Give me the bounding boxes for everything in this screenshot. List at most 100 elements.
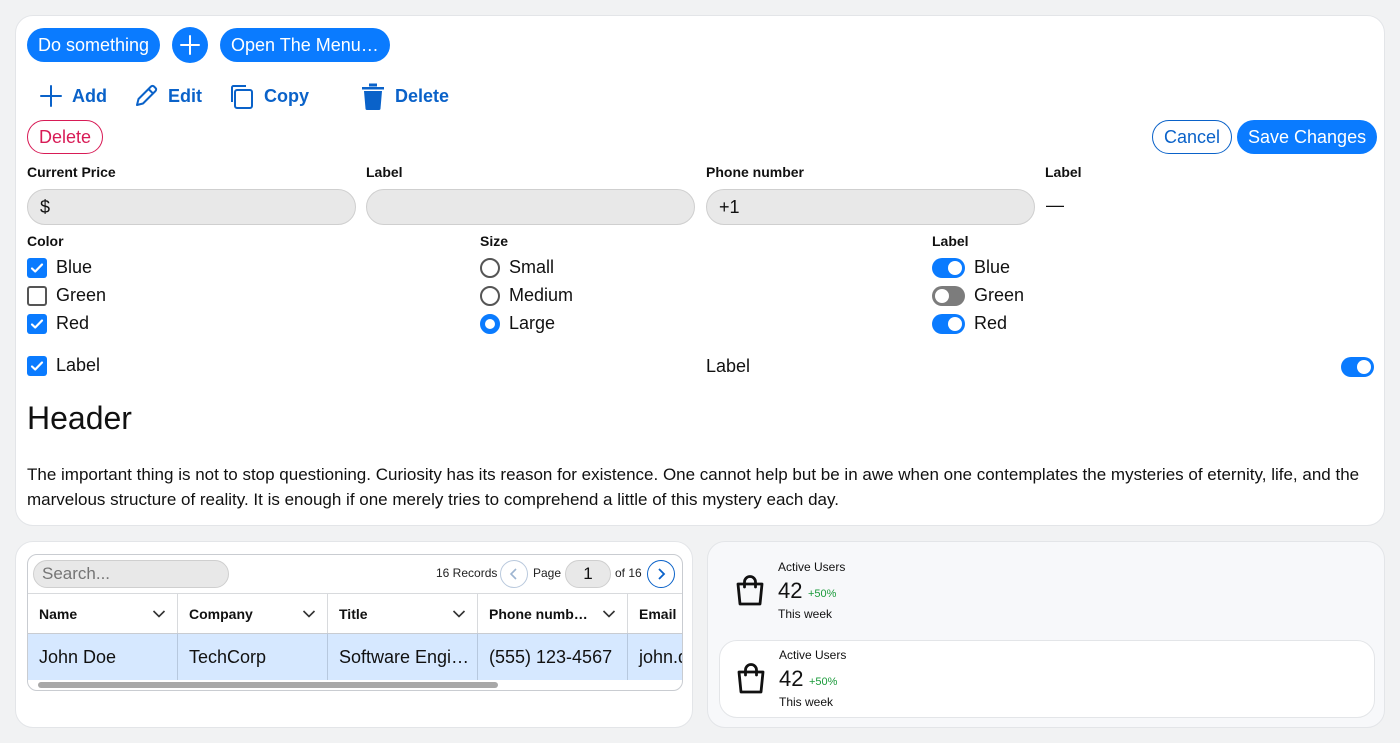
horizontal-scrollbar[interactable] <box>38 682 498 688</box>
color-option-red[interactable]: Red <box>27 313 89 334</box>
checkbox-checked[interactable] <box>27 313 47 334</box>
table-cell-email[interactable]: john.d <box>628 633 682 680</box>
radio-button[interactable] <box>480 257 500 278</box>
check-icon <box>30 318 44 329</box>
open-menu-button[interactable]: Open The Menu… <box>220 28 390 62</box>
option-label: Blue <box>56 257 93 277</box>
table-cell-company[interactable]: TechCorp <box>178 633 328 680</box>
chevron-down-icon[interactable] <box>152 607 166 621</box>
plus-icon <box>180 35 200 55</box>
do-something-button[interactable]: Do something <box>27 28 161 62</box>
toggle-option-green[interactable]: Green <box>932 285 1024 306</box>
toggle-option-red[interactable]: Red <box>932 313 1007 334</box>
chevron-down-icon[interactable] <box>302 607 316 621</box>
edit-button[interactable]: Edit <box>133 80 202 112</box>
text-input[interactable] <box>366 189 695 225</box>
single-checkbox[interactable]: Label <box>27 355 100 376</box>
size-option-small[interactable]: Small <box>480 257 554 278</box>
prev-page-button[interactable] <box>500 560 528 588</box>
text-field-label: Label <box>366 164 403 180</box>
readonly-label: Label <box>1045 164 1082 180</box>
radio-button-selected[interactable] <box>480 313 500 334</box>
check-icon <box>30 360 44 371</box>
add-round-button[interactable] <box>172 27 208 63</box>
add-button[interactable]: Add <box>39 80 107 112</box>
stats-card: Active Users 42 +50% This week Active Us… <box>707 541 1385 728</box>
toolbar-delete-label: Delete <box>395 85 450 106</box>
stat-tile: Active Users 42 +50% This week <box>719 640 1375 718</box>
stat-title: Active Users <box>778 560 846 574</box>
next-page-button[interactable] <box>647 560 675 588</box>
trash-icon <box>362 83 384 110</box>
phone-number-label: Phone number <box>706 164 805 180</box>
current-price-label: Current Price <box>27 164 116 180</box>
column-header-name[interactable]: Name <box>28 593 178 633</box>
search-input[interactable] <box>33 560 229 588</box>
table-cell-name[interactable]: John Doe <box>28 633 178 680</box>
toggle-knob <box>1357 360 1371 374</box>
toggle-switch-on[interactable] <box>932 313 965 334</box>
chevron-down-icon[interactable] <box>452 607 466 621</box>
toolbar-delete-button[interactable]: Delete <box>360 80 449 112</box>
content-header: Header <box>27 400 132 436</box>
single-toggle-switch[interactable] <box>1341 357 1374 377</box>
chevron-left-icon <box>509 568 517 580</box>
chevron-right-icon <box>658 568 666 580</box>
color-option-green[interactable]: Green <box>27 285 106 306</box>
toggle-option-blue[interactable]: Blue <box>932 257 1010 278</box>
stat-change: +50% <box>808 588 837 600</box>
page-input[interactable]: 1 <box>565 560 611 588</box>
radio-button[interactable] <box>480 285 500 306</box>
stat-period: This week <box>779 695 834 709</box>
option-label: Large <box>509 313 556 333</box>
shopping-bag-icon <box>736 575 764 606</box>
stat-period: This week <box>778 607 833 621</box>
option-label: Blue <box>974 257 1011 277</box>
checkbox-checked[interactable] <box>27 355 47 376</box>
stat-value: 42 <box>778 578 803 603</box>
current-price-input[interactable]: $ <box>27 189 356 225</box>
copy-icon <box>231 84 253 109</box>
cancel-button[interactable]: Cancel <box>1152 120 1233 154</box>
plus-icon <box>40 85 62 107</box>
save-changes-button[interactable]: Save Changes <box>1237 120 1378 154</box>
column-header-label: Name <box>39 605 78 622</box>
column-header-label: Company <box>189 605 253 622</box>
checkbox-unchecked[interactable] <box>27 285 47 306</box>
data-grid: 16 Records Page 1 of 16 Name Company Tit… <box>27 554 683 691</box>
edit-label: Edit <box>168 85 202 106</box>
content-paragraph: The important thing is not to stop quest… <box>27 465 1360 509</box>
add-label: Add <box>72 85 107 106</box>
color-option-blue[interactable]: Blue <box>27 257 92 278</box>
phone-number-input[interactable]: +1 <box>706 189 1035 225</box>
toggle-switch-on[interactable] <box>932 257 965 278</box>
size-group-title: Size <box>480 233 509 249</box>
option-label: Red <box>974 313 1008 333</box>
phone-prefix: +1 <box>719 196 740 217</box>
column-header-company[interactable]: Company <box>178 593 328 633</box>
single-toggle-label: Label <box>706 356 751 376</box>
copy-label: Copy <box>264 85 309 106</box>
table-cell-title[interactable]: Software Engi… <box>328 633 478 680</box>
column-header-email[interactable]: Email <box>628 593 682 633</box>
toggle-group-title: Label <box>932 233 969 249</box>
chevron-down-icon[interactable] <box>602 607 616 621</box>
option-label: Red <box>56 313 90 333</box>
copy-button[interactable]: Copy <box>228 80 309 112</box>
option-label: Small <box>509 257 555 277</box>
column-header-title[interactable]: Title <box>328 593 478 633</box>
size-option-medium[interactable]: Medium <box>480 285 573 306</box>
delete-button[interactable]: Delete <box>27 120 104 154</box>
stat-title: Active Users <box>779 648 847 662</box>
toggle-switch-off[interactable] <box>932 285 965 306</box>
size-option-large[interactable]: Large <box>480 313 555 334</box>
checkbox-checked[interactable] <box>27 257 47 278</box>
table-cell-phone[interactable]: (555) 123-4567 <box>478 633 628 680</box>
pencil-icon <box>136 84 158 106</box>
column-header-phone[interactable]: Phone numb… <box>478 593 628 633</box>
records-count: 16 Records <box>436 566 498 580</box>
column-header-label: Phone numb… <box>489 605 588 622</box>
stat-change: +50% <box>809 676 838 688</box>
page-total: of 16 <box>615 566 642 580</box>
column-header-label: Email <box>639 605 677 622</box>
